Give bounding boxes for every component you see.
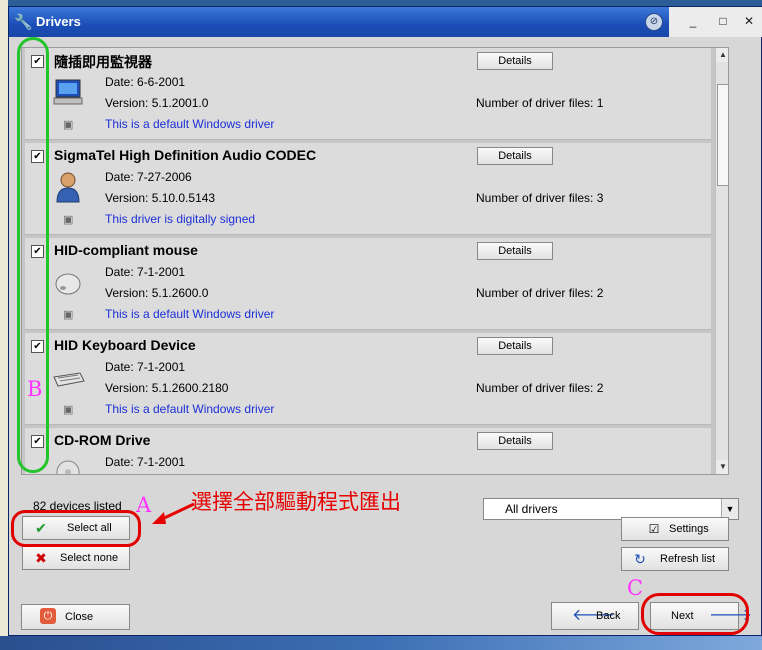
select-all-highlight [11,510,141,547]
wrench-icon: 🔧 [14,14,33,31]
scrollbar[interactable]: ▲ ▼ [715,48,728,474]
next-highlight [641,593,749,635]
close-window-button[interactable]: ✕ [741,14,757,30]
list-item: ✔ 隨插即用監視器 ▣ Date: 6-6-2001 Version: 5.1.… [25,48,711,140]
driver-files-count: Number of driver files: 2 [476,286,604,300]
details-button[interactable]: Details [477,432,553,450]
maximize-button[interactable]: □ [715,14,731,30]
list-item: ✔ HID-compliant mouse ▣ Date: 7-1-2001 V… [25,238,711,330]
refresh-icon: ↻ [634,551,646,567]
checkbox-icon: ☑ [648,522,660,536]
minimize-button[interactable]: _ [685,14,701,30]
cd-icon [52,456,86,474]
window-title: Drivers [36,14,81,29]
driver-name: 隨插即用監視器 [54,54,152,70]
driver-signature: This is a default Windows driver [105,307,275,321]
filter-value: All drivers [505,502,558,516]
driver-files-count: Number of driver files: 3 [476,191,604,205]
settings-label: Settings [669,523,709,535]
details-button[interactable]: Details [477,337,553,355]
driver-name: SigmaTel High Definition Audio CODEC [54,147,317,163]
details-button[interactable]: Details [477,147,553,165]
details-button[interactable]: Details [477,242,553,260]
list-item: ✔ CD-ROM Drive Date: 7-1-2001 Details [25,428,711,474]
window-controls: _ □ ✕ [669,7,762,37]
certificate-icon: ▣ [63,119,74,131]
monitor-icon [52,76,86,110]
driver-signature: This is a default Windows driver [105,117,275,131]
driver-date: Date: 7-27-2006 [105,170,192,184]
certificate-icon: ▣ [63,214,74,226]
driver-name: HID-compliant mouse [54,242,198,258]
checkbox-highlight-ring [17,37,49,473]
scroll-thumb[interactable] [717,84,728,186]
driver-date: Date: 6-6-2001 [105,75,186,89]
certificate-icon: ▣ [63,309,74,321]
chevron-down-icon[interactable]: ▼ [721,499,738,519]
annotation-c: C [627,576,644,600]
user-icon [52,171,86,205]
scroll-down-icon[interactable]: ▼ [716,460,728,474]
refresh-list-button[interactable]: ↻ Refresh list [621,547,729,571]
driver-list: ✔ 隨插即用監視器 ▣ Date: 6-6-2001 Version: 5.1.… [21,47,729,475]
help-icon[interactable]: ⊘ [645,13,663,31]
driver-signature: This driver is digitally signed [105,212,256,226]
driver-name: HID Keyboard Device [54,337,196,353]
driver-version: Version: 5.10.0.5143 [105,191,216,205]
close-button[interactable]: ⏻ Close [21,604,130,630]
details-button[interactable]: Details [477,52,553,70]
back-button[interactable]: 🡐 Back [551,602,639,630]
settings-button[interactable]: ☑ Settings [621,517,729,541]
driver-files-count: Number of driver files: 2 [476,381,604,395]
driver-date: Date: 7-1-2001 [105,360,186,374]
driver-name: CD-ROM Drive [54,432,151,448]
driver-signature: This is a default Windows driver [105,402,275,416]
driver-version: Version: 5.1.2001.0 [105,96,209,110]
close-label: Close [65,611,94,623]
list-item: ✔ HID Keyboard Device ▣ Date: 7-1-2001 V… [25,333,711,425]
back-label: Back [596,610,621,622]
certificate-icon: ▣ [63,404,74,416]
driver-files-count: Number of driver files: 1 [476,96,604,110]
mouse-icon [52,266,86,300]
list-item: ✔ SigmaTel High Definition Audio CODEC ▣… [25,143,711,235]
scroll-up-icon[interactable]: ▲ [716,48,728,62]
annotation-b: B [27,377,43,401]
instruction-text: 選擇全部驅動程式匯出 [191,490,401,514]
select-none-label: Select none [60,552,119,564]
annotation-arrow-icon [152,502,195,524]
arrow-left-icon: 🡐 [572,607,615,624]
driver-date: Date: 7-1-2001 [105,265,186,279]
driver-version: Version: 5.1.2600.0 [105,286,209,300]
power-icon: ⏻ [40,608,56,624]
desktop-background [0,636,762,650]
driver-version: Version: 5.1.2600.2180 [105,381,229,395]
select-none-button[interactable]: ✖ Select none [22,546,130,570]
x-icon: ✖ [35,550,47,566]
refresh-label: Refresh list [660,553,716,565]
title-bar: 🔧 Drivers ⊘ _ □ ✕ [9,7,762,37]
background-window-edge [0,0,8,650]
driver-date: Date: 7-1-2001 [105,455,186,469]
keyboard-icon [52,361,86,395]
